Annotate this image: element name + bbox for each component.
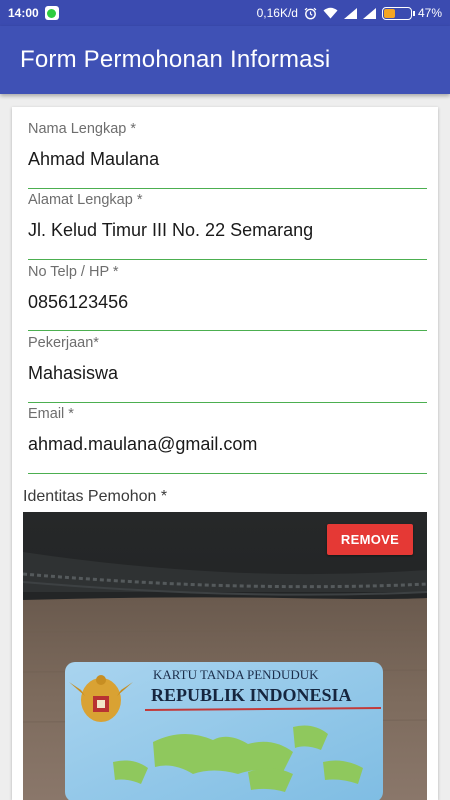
address-field-value[interactable]: Jl. Kelud Timur III No. 22 Semarang [28,220,427,246]
phone-field-underline [28,330,427,331]
identity-label: Identitas Pemohon * [23,488,168,505]
email-field-value[interactable]: ahmad.maulana@gmail.com [28,434,427,460]
ktp-title-line2: REPUBLIK INDONESIA [151,685,352,705]
signal-icon [343,7,357,19]
form-card: Nama Lengkap * Ahmad Maulana Alamat Leng… [12,107,438,800]
phone-field-value[interactable]: 0856123456 [28,292,427,318]
name-field-underline [28,188,427,189]
status-time: 14:00 [8,6,39,20]
occupation-field[interactable]: Pekerjaan* Mahasiswa [28,335,427,403]
page-title: Form Permohonan Informasi [20,46,331,73]
battery-icon [381,6,415,20]
occupation-field-underline [28,402,427,403]
battery-percent: 47% [417,6,442,20]
address-field[interactable]: Alamat Lengkap * Jl. Kelud Timur III No.… [28,192,427,260]
status-right-group: 0,16K/d 47% [257,6,442,20]
ktp-photo-image: KARTU TANDA PENDUDUK REPUBLIK INDONESIA [23,512,427,800]
remove-button[interactable]: REMOVE [327,524,413,555]
address-field-underline [28,259,427,260]
address-field-label: Alamat Lengkap * [28,192,143,208]
phone-field[interactable]: No Telp / HP * 0856123456 [28,264,427,331]
status-bar: 14:00 0,16K/d 47% [0,0,450,26]
occupation-field-label: Pekerjaan* [28,335,99,351]
identity-photo[interactable]: KARTU TANDA PENDUDUK REPUBLIK INDONESIA … [23,512,427,800]
ktp-title-line1: KARTU TANDA PENDUDUK [153,667,319,682]
phone-field-label: No Telp / HP * [28,264,119,280]
email-field-label: Email * [28,406,74,422]
email-field-underline [28,473,427,474]
wifi-icon [323,7,338,19]
email-field[interactable]: Email * ahmad.maulana@gmail.com [28,406,427,474]
whatsapp-icon [44,6,59,20]
network-speed: 0,16K/d [256,6,298,20]
name-field-label: Nama Lengkap * [28,121,137,137]
alarm-icon [304,7,317,19]
name-field[interactable]: Nama Lengkap * Ahmad Maulana [28,121,427,189]
occupation-field-value[interactable]: Mahasiswa [28,363,427,389]
signal-icon [362,7,376,19]
name-field-value[interactable]: Ahmad Maulana [28,149,427,175]
battery-fill [383,8,395,18]
app-bar: Form Permohonan Informasi [0,26,450,94]
